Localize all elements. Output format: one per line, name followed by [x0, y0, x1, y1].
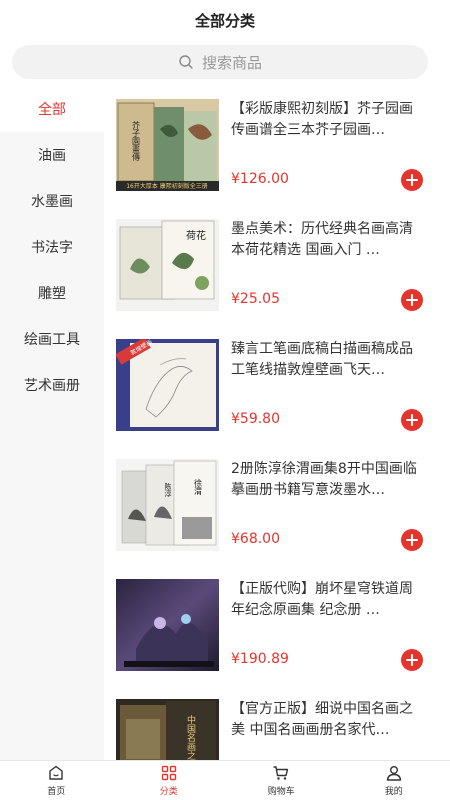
product-image: 中国名画之美	[116, 699, 219, 760]
product-image: 徐渭 陈淳	[116, 459, 219, 551]
product-title: 2册陈淳徐渭画集8开中国画临摹画册书籍写意泼墨水…	[231, 461, 417, 498]
product-title: 臻言工笔画底稿白描画稿成品工笔线描敦煌壁画飞天…	[231, 341, 413, 378]
product-list: 16开大厚本 康熙初刻版全三册 芥子園畫傳 【彩版康熙初刻版】芥子园画传画谱全三…	[104, 86, 450, 760]
sidebar-item-all[interactable]: 全部	[0, 86, 104, 132]
add-to-cart-button[interactable]	[401, 529, 423, 551]
sidebar-item-label: 全部	[38, 102, 66, 118]
svg-text:荷花: 荷花	[186, 229, 206, 242]
add-to-cart-button[interactable]	[401, 409, 423, 431]
product-price: ¥190.89	[231, 651, 289, 667]
plus-icon	[406, 294, 418, 306]
sidebar-item-painting-tools[interactable]: 绘画工具	[0, 316, 104, 362]
plus-icon	[406, 654, 418, 666]
svg-text:16开大厚本 康熙初刻版全三册: 16开大厚本 康熙初刻版全三册	[126, 182, 208, 190]
page-title: 全部分类	[194, 11, 255, 30]
svg-text:徐渭: 徐渭	[194, 478, 203, 496]
sidebar-item-label: 水墨画	[31, 194, 73, 210]
tab-mine[interactable]: 我的	[338, 761, 450, 800]
product-card[interactable]: 荷花 墨点美术：历代经典名画高清本荷花精选 国画入门 … ¥25.05	[116, 219, 438, 319]
product-title: 墨点美术：历代经典名画高清本荷花精选 国画入门 …	[231, 221, 413, 258]
product-price: ¥68.00	[231, 531, 280, 547]
sidebar-item-sculpture[interactable]: 雕塑	[0, 270, 104, 316]
home-icon	[49, 765, 63, 780]
sidebar-item-label: 油画	[38, 148, 66, 164]
cart-icon	[273, 766, 289, 780]
plus-icon	[406, 534, 418, 546]
search-bar[interactable]: 搜索商品	[12, 45, 428, 79]
tab-home[interactable]: 首页	[0, 761, 113, 800]
product-title: 【正版代购】崩坏星穹铁道周年纪念原画集 纪念册 …	[231, 581, 413, 618]
sidebar-item-ink-painting[interactable]: 水墨画	[0, 178, 104, 224]
bottom-tab-bar: 首页 分类 购物车 我的	[0, 760, 450, 800]
product-card[interactable]: 中国名画之美 【官方正版】细说中国名画之美 中国名画画册名家代…	[116, 699, 438, 760]
product-card[interactable]: 【正版代购】崩坏星穹铁道周年纪念原画集 纪念册 … ¥190.89	[116, 579, 438, 679]
search-icon	[179, 55, 193, 69]
tab-category[interactable]: 分类	[113, 761, 226, 800]
product-card[interactable]: 16开大厚本 康熙初刻版全三册 芥子園畫傳 【彩版康熙初刻版】芥子园画传画谱全三…	[116, 99, 438, 199]
tab-label: 我的	[384, 787, 403, 797]
product-image: 荷花	[116, 219, 219, 311]
add-to-cart-button[interactable]	[401, 649, 423, 671]
add-to-cart-button[interactable]	[401, 289, 423, 311]
category-sidebar: 全部 油画 水墨画 书法字 雕塑 绘画工具 艺术画册	[0, 86, 104, 760]
tab-label: 购物车	[267, 787, 295, 797]
product-price: ¥126.00	[231, 171, 289, 187]
sidebar-item-oil-painting[interactable]: 油画	[0, 132, 104, 178]
svg-text:芥子園畫傳: 芥子園畫傳	[132, 121, 141, 162]
plus-icon	[406, 414, 418, 426]
product-image	[116, 579, 219, 671]
sidebar-item-label: 雕塑	[38, 286, 66, 302]
tab-cart[interactable]: 购物车	[225, 761, 338, 800]
product-price: ¥25.05	[231, 291, 280, 307]
sidebar-item-label: 艺术画册	[24, 378, 80, 394]
sidebar-item-calligraphy[interactable]: 书法字	[0, 224, 104, 270]
product-card[interactable]: 敦煌壁画 臻言工笔画底稿白描画稿成品工笔线描敦煌壁画飞天… ¥59.80	[116, 339, 438, 439]
svg-text:陈淳: 陈淳	[164, 482, 172, 498]
sidebar-item-label: 书法字	[31, 240, 73, 256]
add-to-cart-button[interactable]	[401, 169, 423, 191]
plus-icon	[406, 174, 418, 186]
tab-label: 分类	[159, 787, 178, 797]
product-card[interactable]: 徐渭 陈淳 2册陈淳徐渭画集8开中国画临摹画册书籍写意泼墨水… ¥68.00	[116, 459, 438, 559]
sidebar-item-art-albums[interactable]: 艺术画册	[0, 362, 104, 408]
search-input[interactable]: 搜索商品	[202, 52, 262, 73]
user-icon	[386, 766, 401, 781]
sidebar-item-label: 绘画工具	[24, 332, 80, 348]
tab-label: 首页	[47, 787, 66, 797]
product-image: 敦煌壁画	[116, 339, 219, 431]
product-title: 【彩版康熙初刻版】芥子园画传画谱全三本芥子园画…	[231, 101, 413, 138]
category-icon	[161, 765, 176, 781]
product-price: ¥59.80	[231, 411, 280, 427]
page-header: 全部分类	[0, 0, 450, 40]
svg-text:中国名画之美: 中国名画之美	[185, 714, 196, 760]
product-image: 16开大厚本 康熙初刻版全三册 芥子園畫傳	[116, 99, 219, 191]
product-title: 【官方正版】细说中国名画之美 中国名画画册名家代…	[231, 701, 413, 738]
